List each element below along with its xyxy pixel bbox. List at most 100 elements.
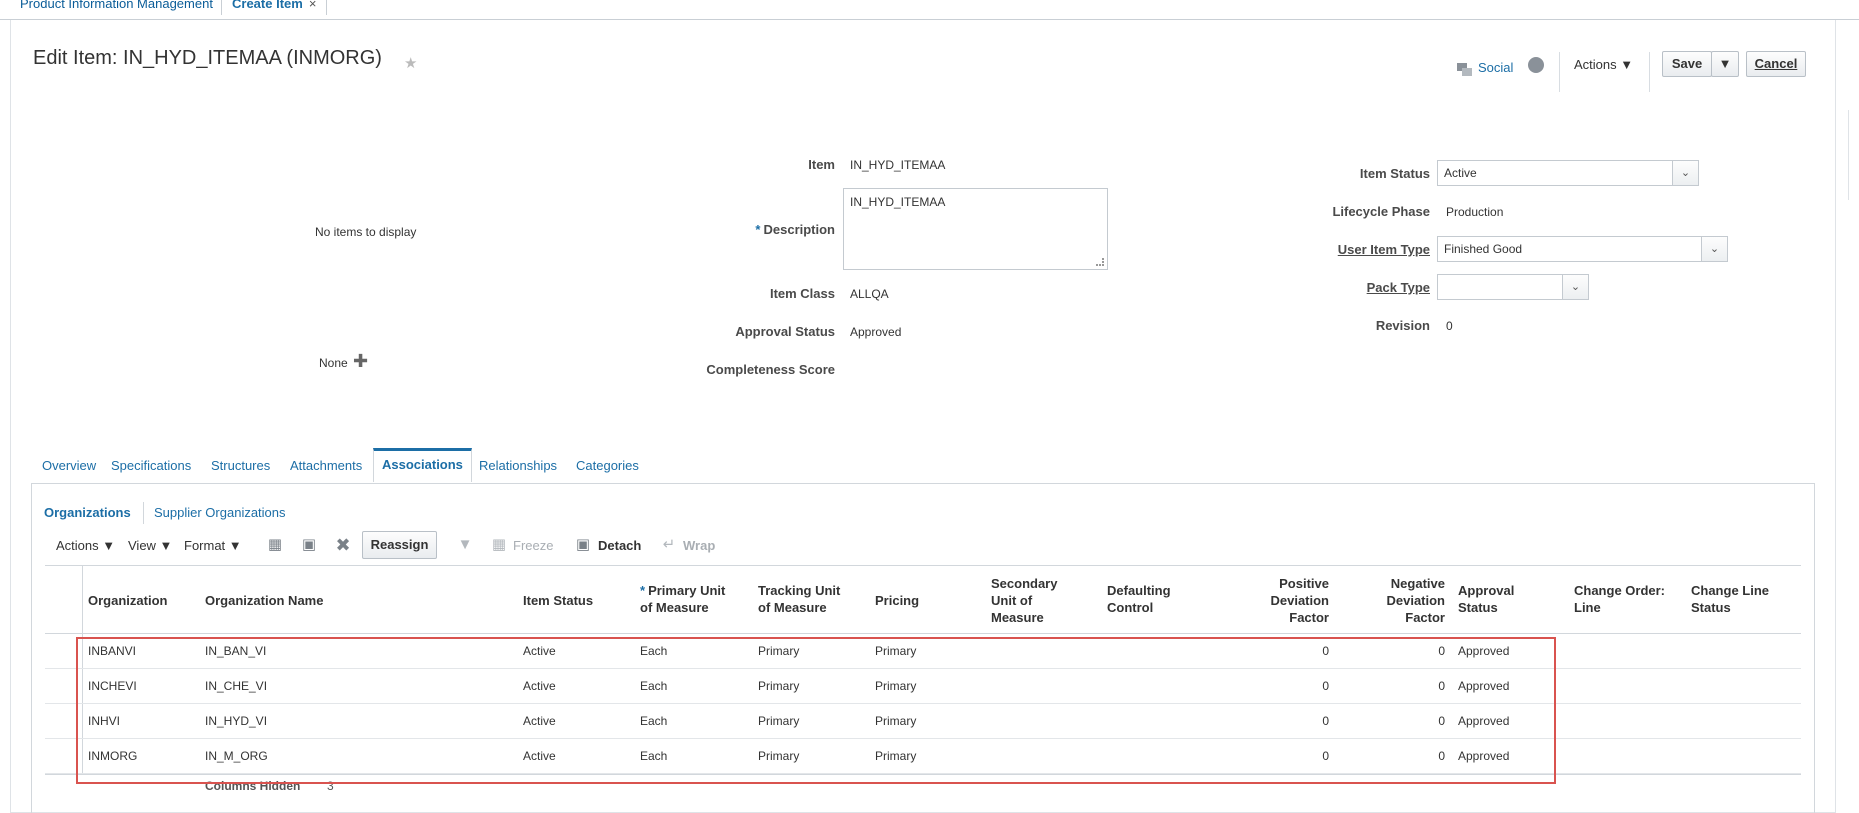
col-approval-line1: Approval bbox=[1458, 583, 1515, 598]
description-textarea[interactable]: IN_HYD_ITEMAA bbox=[843, 188, 1108, 270]
tab-overview[interactable]: Overview bbox=[42, 450, 96, 484]
tab-product-information-management[interactable]: Product Information Management bbox=[10, 0, 223, 20]
tab-categories[interactable]: Categories bbox=[576, 450, 639, 484]
tab-create-item[interactable]: Create Item × bbox=[221, 0, 328, 15]
globe-icon[interactable] bbox=[1528, 57, 1544, 73]
col-secondary-uom-line2: Unit of bbox=[991, 593, 1033, 608]
lifecycle-phase-value: Production bbox=[1446, 205, 1504, 219]
cancel-button[interactable]: Cancel bbox=[1746, 51, 1806, 77]
approval-status-label: Approval Status bbox=[735, 324, 835, 339]
reassign-button[interactable]: Reassign bbox=[362, 531, 437, 559]
freeze-icon: ▦ bbox=[491, 536, 507, 553]
tab-structures[interactable]: Structures bbox=[211, 450, 270, 484]
freeze-button[interactable]: Freeze bbox=[513, 538, 553, 553]
divider bbox=[1559, 52, 1560, 92]
pack-type-label[interactable]: Pack Type bbox=[1290, 280, 1430, 295]
table-actions-menu[interactable]: Actions ▼ bbox=[56, 538, 115, 553]
item-class-value: ALLQA bbox=[850, 287, 889, 301]
col-organization-name[interactable]: Organization Name bbox=[205, 592, 323, 609]
col-change-line-line1: Change Line bbox=[1691, 583, 1770, 598]
detach-button[interactable]: Detach bbox=[598, 538, 641, 553]
col-pricing[interactable]: Pricing bbox=[875, 592, 919, 609]
user-item-type-value: Finished Good bbox=[1444, 242, 1523, 256]
top-tab-bar: Product Information Management Create It… bbox=[0, 0, 1859, 20]
col-positive-line1: Positive bbox=[1279, 576, 1329, 591]
pack-type-select[interactable]: ⌄ bbox=[1437, 274, 1589, 300]
save-dropdown-button[interactable]: ▼ bbox=[1711, 51, 1739, 77]
required-indicator: * bbox=[755, 222, 761, 237]
subtab-organizations[interactable]: Organizations bbox=[44, 505, 131, 520]
resize-handle-icon[interactable] bbox=[1096, 258, 1104, 266]
item-class-label: Item Class bbox=[769, 286, 835, 301]
description-value: IN_HYD_ITEMAA bbox=[850, 195, 946, 209]
divider bbox=[1649, 52, 1650, 92]
col-change-order-line1: Change Order: bbox=[1574, 583, 1666, 598]
col-primary-uom-line2: of Measure bbox=[640, 600, 709, 615]
col-negative-deviation[interactable]: Negative Deviation Factor bbox=[1345, 575, 1445, 626]
add-icon[interactable]: ✚ bbox=[353, 352, 368, 370]
chevron-down-icon[interactable]: ⌄ bbox=[1562, 275, 1588, 299]
table-view-menu[interactable]: View ▼ bbox=[128, 538, 172, 553]
description-label-text: Description bbox=[763, 222, 835, 237]
col-approval-status[interactable]: Approval Status bbox=[1458, 582, 1514, 616]
subtab-supplier-organizations[interactable]: Supplier Organizations bbox=[154, 505, 286, 520]
item-label: Item bbox=[808, 157, 835, 172]
col-defaulting-control[interactable]: Defaulting Control bbox=[1107, 582, 1171, 616]
col-primary-uom[interactable]: * Primary Unit of Measure bbox=[640, 582, 725, 616]
tab-create-item-label: Create Item bbox=[232, 0, 303, 11]
tab-associations[interactable]: Associations bbox=[373, 448, 472, 482]
column-chooser-icon[interactable]: ▦ bbox=[266, 536, 284, 554]
save-button[interactable]: Save bbox=[1662, 51, 1712, 77]
item-value: IN_HYD_ITEMAA bbox=[850, 158, 946, 172]
user-item-type-label[interactable]: User Item Type bbox=[1290, 242, 1430, 257]
item-status-label: Item Status bbox=[1359, 166, 1430, 181]
col-change-line-line2: Status bbox=[1691, 600, 1731, 615]
col-change-order-line[interactable]: Change Order: Line bbox=[1574, 582, 1665, 616]
no-items-message: No items to display bbox=[315, 225, 417, 239]
required-indicator: * bbox=[640, 583, 646, 598]
approval-status-value: Approved bbox=[850, 325, 902, 339]
col-approval-line2: Status bbox=[1458, 600, 1498, 615]
col-secondary-uom[interactable]: Secondary Unit of Measure bbox=[991, 575, 1057, 626]
none-label: None bbox=[319, 356, 348, 370]
highlight-box bbox=[76, 637, 1556, 784]
item-status-value: Active bbox=[1444, 166, 1477, 180]
col-secondary-uom-line1: Secondary bbox=[991, 576, 1058, 591]
social-link[interactable]: Social bbox=[1478, 60, 1513, 75]
close-icon[interactable]: × bbox=[309, 0, 317, 11]
item-status-select[interactable]: Active ⌄ bbox=[1437, 160, 1699, 186]
favorite-star-icon[interactable]: ★ bbox=[404, 54, 417, 72]
delete-icon[interactable]: ✖ bbox=[334, 536, 352, 554]
col-negative-line2: Deviation bbox=[1386, 593, 1445, 608]
social-icon[interactable] bbox=[1457, 63, 1473, 77]
col-tracking-uom-line1: Tracking Unit bbox=[758, 583, 841, 598]
filter-icon[interactable]: ▼ bbox=[456, 536, 474, 554]
col-defaulting-line1: Defaulting bbox=[1107, 583, 1171, 598]
lifecycle-phase-label: Lifecycle Phase bbox=[1332, 204, 1430, 219]
tab-attachments[interactable]: Attachments bbox=[290, 450, 362, 484]
completeness-score-label: Completeness Score bbox=[706, 362, 835, 377]
col-defaulting-line2: Control bbox=[1107, 600, 1154, 615]
actions-menu[interactable]: Actions ▼ bbox=[1574, 57, 1633, 72]
chevron-down-icon[interactable]: ⌄ bbox=[1701, 237, 1727, 261]
wrap-button[interactable]: Wrap bbox=[683, 538, 715, 553]
side-scroll-handle[interactable] bbox=[1848, 110, 1859, 200]
user-item-type-select[interactable]: Finished Good ⌄ bbox=[1437, 236, 1728, 262]
table-format-menu[interactable]: Format ▼ bbox=[184, 538, 242, 553]
col-change-order-line2: Line bbox=[1574, 600, 1601, 615]
col-change-line-status[interactable]: Change Line Status bbox=[1691, 582, 1769, 616]
description-label: * Description bbox=[700, 222, 835, 237]
col-primary-uom-line1: Primary Unit bbox=[648, 583, 726, 598]
tab-relationships[interactable]: Relationships bbox=[479, 450, 557, 484]
tab-specifications[interactable]: Specifications bbox=[111, 450, 191, 484]
add-row-icon[interactable]: ▣ bbox=[300, 536, 318, 554]
col-negative-line3: Factor bbox=[1405, 610, 1445, 625]
detach-icon: ▣ bbox=[575, 536, 591, 553]
revision-label: Revision bbox=[1375, 318, 1430, 333]
revision-value: 0 bbox=[1446, 319, 1453, 333]
col-item-status[interactable]: Item Status bbox=[523, 592, 593, 609]
col-tracking-uom[interactable]: Tracking Unit of Measure bbox=[758, 582, 840, 616]
chevron-down-icon[interactable]: ⌄ bbox=[1672, 161, 1698, 185]
col-positive-deviation[interactable]: Positive Deviation Factor bbox=[1229, 575, 1329, 626]
col-organization[interactable]: Organization bbox=[88, 592, 167, 609]
